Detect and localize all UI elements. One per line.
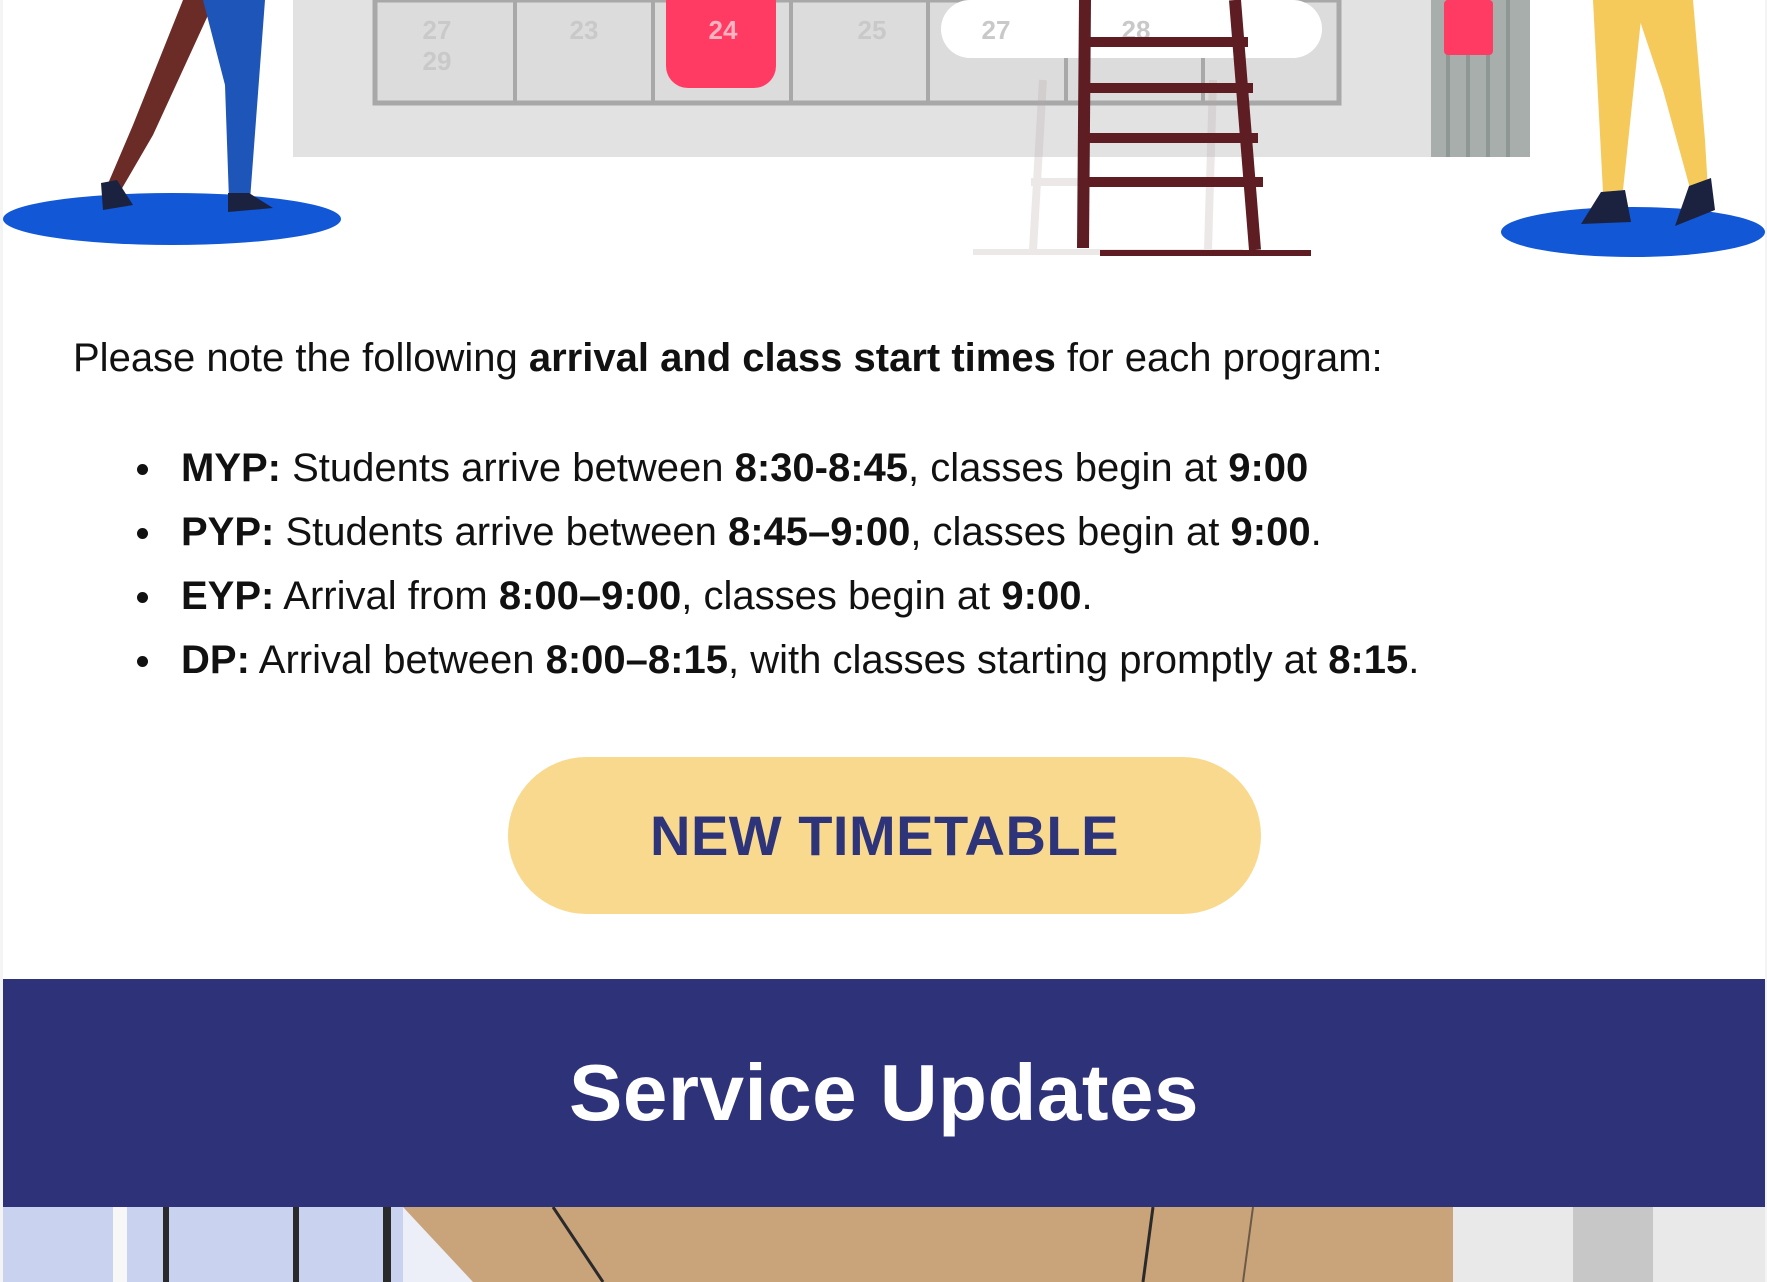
hallway-image <box>3 1207 1765 1282</box>
program-label: DP: <box>181 638 250 682</box>
item-text: . <box>1310 510 1322 554</box>
item-text: . <box>1408 638 1420 682</box>
item-text: , classes begin at <box>910 510 1231 554</box>
start-time: 8:15 <box>1328 638 1409 682</box>
arrival-time: 8:00–9:00 <box>498 574 682 618</box>
calendar-date: 29 <box>423 46 452 76</box>
person-left <box>3 0 341 245</box>
list-item: EYP: Arrival from 8:00–9:00, classes beg… <box>131 564 1419 628</box>
intro-paragraph: Please note the following arrival and cl… <box>73 332 1693 384</box>
intro-text: Please note the following <box>73 336 529 380</box>
item-text: Arrival from <box>274 574 499 618</box>
new-timetable-button[interactable]: NEW TIMETABLE <box>508 757 1261 914</box>
calendar-date: 25 <box>858 15 887 45</box>
calendar-illustration: 27 29 23 24 25 27 28 <box>3 0 1765 257</box>
calendar-date: 27 <box>982 15 1011 45</box>
calendar-date-selected: 24 <box>709 15 738 45</box>
arrival-time: 8:30-8:45 <box>734 446 909 490</box>
item-text: , with classes starting promptly at <box>727 638 1329 682</box>
intro-bold-text: arrival and class start times <box>528 336 1056 380</box>
program-times-list: MYP: Students arrive between 8:30-8:45, … <box>131 436 1419 692</box>
new-timetable-button-label: NEW TIMETABLE <box>650 804 1119 867</box>
list-item: DP: Arrival between 8:00–8:15, with clas… <box>131 628 1419 692</box>
person-right <box>1501 0 1765 257</box>
arrival-time: 8:45–9:00 <box>727 510 911 554</box>
hero-illustration: 27 29 23 24 25 27 28 <box>3 0 1765 270</box>
item-text: Students arrive between <box>281 446 735 490</box>
arrival-time: 8:00–8:15 <box>545 638 728 682</box>
item-text: Arrival between <box>249 638 546 682</box>
calendar-date: 27 <box>423 15 452 45</box>
start-time: 9:00 <box>1228 446 1309 490</box>
item-text: . <box>1081 574 1093 618</box>
item-text: Students arrive between <box>274 510 728 554</box>
program-label: PYP: <box>181 510 275 554</box>
intro-text-end: for each program: <box>1055 336 1383 380</box>
list-item: MYP: Students arrive between 8:30-8:45, … <box>131 436 1419 500</box>
hallway-photo <box>3 1207 1765 1282</box>
program-label: EYP: <box>181 574 275 618</box>
list-item: PYP: Students arrive between 8:45–9:00, … <box>131 500 1419 564</box>
item-text: , classes begin at <box>681 574 1002 618</box>
section-heading: Service Updates <box>568 1048 1200 1137</box>
item-text: , classes begin at <box>908 446 1229 490</box>
start-time: 9:00 <box>1230 510 1311 554</box>
start-time: 9:00 <box>1001 574 1082 618</box>
hanging-tag <box>1444 0 1493 55</box>
service-updates-banner: Service Updates <box>3 979 1765 1207</box>
calendar-date: 23 <box>570 15 599 45</box>
email-page: 27 29 23 24 25 27 28 Please note the fol… <box>3 0 1765 1282</box>
program-label: MYP: <box>181 446 281 490</box>
